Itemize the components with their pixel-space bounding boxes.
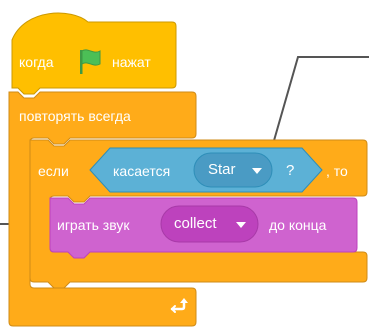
touching-label: касается: [113, 163, 171, 179]
question-mark-label: ?: [286, 162, 295, 179]
hat-label-clicked: нажат: [112, 54, 151, 70]
forever-label: повторять всегда: [19, 108, 131, 124]
then-label: , то: [326, 163, 348, 179]
sound-dropdown-value: collect: [174, 215, 217, 232]
play-sound-label: играть звук: [57, 217, 130, 233]
callout-line-sensing: [270, 56, 369, 152]
hat-label-when: когда: [19, 54, 54, 70]
if-label: если: [38, 163, 69, 179]
sprite-dropdown-value: Star: [208, 161, 236, 178]
until-done-label: до конца: [269, 217, 327, 233]
